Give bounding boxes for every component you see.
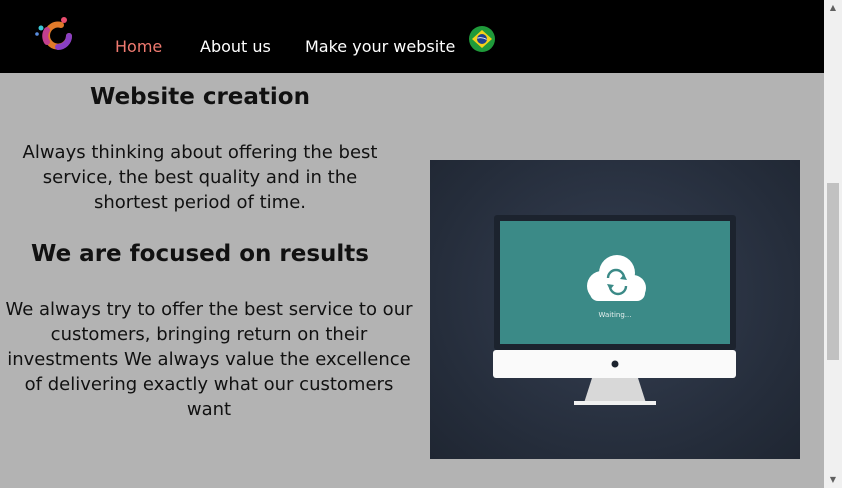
brand-logo-icon[interactable] (34, 16, 78, 52)
vertical-scrollbar[interactable]: ▲ ▼ (824, 0, 842, 488)
top-navbar: Home About us Make your website (0, 0, 824, 73)
monitor-svg: Waiting... (493, 215, 736, 405)
scrollbar-thumb[interactable] (827, 183, 839, 360)
body-paragraph: We always try to offer the best service … (5, 299, 413, 420)
brazil-flag-icon[interactable] (469, 26, 495, 52)
scroll-up-arrow-icon[interactable]: ▲ (824, 0, 842, 16)
waiting-status-text: Waiting... (599, 311, 632, 319)
nav-make-website-link[interactable]: Make your website (305, 37, 455, 56)
section-subtitle: We are focused on results (31, 241, 369, 267)
nav-home-link[interactable]: Home (115, 37, 162, 56)
nav-about-link[interactable]: About us (200, 37, 271, 56)
page-title: Website creation (90, 84, 310, 110)
intro-paragraph: Always thinking about offering the best … (22, 142, 378, 213)
scroll-down-arrow-icon[interactable]: ▼ (824, 472, 842, 488)
monitor-illustration: Waiting... (430, 160, 800, 459)
